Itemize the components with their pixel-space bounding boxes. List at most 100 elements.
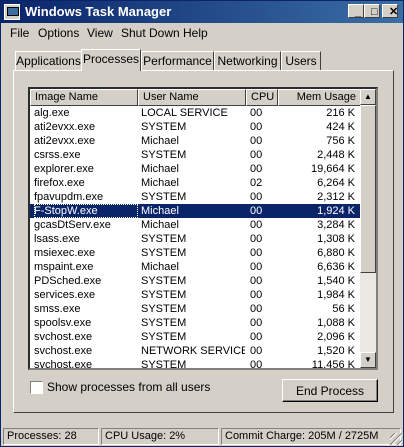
- table-row[interactable]: explorer.exe Michael 00 19,664 K: [30, 162, 361, 176]
- column-header-mem-usage[interactable]: Mem Usage: [278, 89, 361, 106]
- cell-user-name: Michael: [141, 177, 179, 189]
- table-row[interactable]: F-StopW.exe Michael 00 1,924 K: [30, 204, 361, 218]
- table-row[interactable]: ati2evxx.exe Michael 00 756 K: [30, 134, 361, 148]
- cell-mem-usage: 1,520 K: [317, 345, 355, 357]
- scroll-down-arrow-icon[interactable]: ▼: [360, 352, 376, 368]
- vertical-scrollbar[interactable]: ▲ ▼: [360, 89, 376, 368]
- cell-mem-usage: 19,664 K: [310, 163, 355, 175]
- table-row[interactable]: mspaint.exe Michael 00 6,636 K: [30, 260, 361, 274]
- cell-mem-usage: 424 K: [326, 121, 355, 133]
- scroll-up-arrow-icon[interactable]: ▲: [360, 89, 376, 105]
- show-all-users-checkbox[interactable]: [30, 381, 43, 394]
- column-header-user-name[interactable]: User Name: [138, 89, 246, 106]
- cell-cpu: 00: [250, 261, 263, 273]
- scrollbar-thumb[interactable]: [360, 105, 376, 273]
- column-header-image-name[interactable]: Image Name: [30, 89, 138, 106]
- table-row[interactable]: smss.exe SYSTEM 00 56 K: [30, 302, 361, 316]
- table-row[interactable]: ati2evxx.exe SYSTEM 00 424 K: [30, 120, 361, 134]
- table-row[interactable]: csrss.exe SYSTEM 00 2,448 K: [30, 148, 361, 162]
- cell-image-name: gcasDtServ.exe: [34, 219, 111, 231]
- cell-user-name: Michael: [141, 219, 179, 231]
- cell-cpu: 00: [250, 331, 263, 343]
- table-row[interactable]: services.exe SYSTEM 00 1,984 K: [30, 288, 361, 302]
- cell-image-name: PDSched.exe: [34, 275, 102, 287]
- task-manager-icon: [4, 4, 20, 20]
- cell-mem-usage: 756 K: [326, 135, 355, 147]
- table-row[interactable]: gcasDtServ.exe Michael 00 3,284 K: [30, 218, 361, 232]
- maximize-button[interactable]: □: [364, 4, 380, 18]
- tab-networking[interactable]: Networking: [214, 51, 281, 70]
- menu-file[interactable]: File: [10, 26, 29, 40]
- cell-image-name: svchost.exe: [34, 331, 93, 343]
- cell-mem-usage: 3,284 K: [317, 219, 355, 231]
- cell-image-name: lsass.exe: [34, 233, 80, 245]
- cell-user-name: SYSTEM: [141, 275, 187, 287]
- cell-mem-usage: 6,880 K: [317, 247, 355, 259]
- cell-cpu: 02: [250, 177, 263, 189]
- cell-cpu: 00: [250, 275, 263, 287]
- close-button[interactable]: ✕: [382, 4, 398, 18]
- process-list[interactable]: Image Name User Name CPU Mem Usage alg.e…: [28, 87, 378, 370]
- cell-cpu: 00: [250, 191, 263, 203]
- cell-image-name: F-StopW.exe: [34, 204, 138, 218]
- cell-user-name: SYSTEM: [141, 317, 187, 329]
- cell-user-name: SYSTEM: [141, 331, 187, 343]
- cell-image-name: ati2evxx.exe: [34, 135, 96, 147]
- resize-grip-icon[interactable]: [390, 433, 402, 445]
- title-bar[interactable]: Windows Task Manager _ □ ✕: [1, 1, 403, 23]
- cell-mem-usage: 2,096 K: [317, 331, 355, 343]
- cell-image-name: csrss.exe: [34, 149, 81, 161]
- table-row[interactable]: svchost.exe NETWORK SERVICE 00 1,520 K: [30, 344, 361, 358]
- show-all-users-label[interactable]: Show processes from all users: [47, 380, 210, 395]
- cell-image-name: ati2evxx.exe: [34, 121, 96, 133]
- tab-applications[interactable]: Applications: [15, 51, 82, 70]
- menu-help[interactable]: Help: [183, 26, 208, 40]
- table-row[interactable]: svchost.exe SYSTEM 00 11,456 K: [30, 358, 361, 370]
- table-row[interactable]: fpavupdm.exe SYSTEM 00 2,312 K: [30, 190, 361, 204]
- cell-mem-usage: 1,088 K: [317, 317, 355, 329]
- cell-cpu: 00: [250, 233, 263, 245]
- cell-user-name: SYSTEM: [141, 247, 187, 259]
- cell-mem-usage: 2,448 K: [317, 149, 355, 161]
- cell-mem-usage: 2,312 K: [317, 191, 355, 203]
- cell-user-name: Michael: [141, 205, 179, 217]
- table-row[interactable]: PDSched.exe SYSTEM 00 1,540 K: [30, 274, 361, 288]
- status-cpu-usage: CPU Usage: 2%: [101, 428, 219, 445]
- table-row[interactable]: msiexec.exe SYSTEM 00 6,880 K: [30, 246, 361, 260]
- cell-cpu: 00: [250, 345, 263, 357]
- table-row[interactable]: firefox.exe Michael 02 6,264 K: [30, 176, 361, 190]
- cell-cpu: 00: [250, 135, 263, 147]
- table-row[interactable]: svchost.exe SYSTEM 00 2,096 K: [30, 330, 361, 344]
- menu-view[interactable]: View: [87, 26, 113, 40]
- minimize-button[interactable]: _: [348, 4, 364, 18]
- cell-mem-usage: 1,924 K: [317, 205, 355, 217]
- cell-user-name: NETWORK SERVICE: [141, 345, 245, 357]
- cell-user-name: SYSTEM: [141, 233, 187, 245]
- process-list-header: Image Name User Name CPU Mem Usage: [30, 89, 361, 106]
- table-row[interactable]: alg.exe LOCAL SERVICE 00 216 K: [30, 106, 361, 120]
- cell-image-name: msiexec.exe: [34, 247, 96, 259]
- menu-shut-down[interactable]: Shut Down: [121, 26, 180, 40]
- tab-processes[interactable]: Processes: [81, 49, 141, 71]
- end-process-button[interactable]: End Process: [282, 379, 378, 402]
- cell-image-name: fpavupdm.exe: [34, 191, 104, 203]
- cell-image-name: smss.exe: [34, 303, 81, 315]
- window-title: Windows Task Manager: [25, 4, 172, 19]
- cell-image-name: svchost.exe: [34, 359, 93, 370]
- task-manager-window: Windows Task Manager _ □ ✕ File Options …: [0, 0, 404, 447]
- cell-mem-usage: 1,984 K: [317, 289, 355, 301]
- menu-options[interactable]: Options: [38, 26, 79, 40]
- tab-performance[interactable]: Performance: [141, 51, 214, 70]
- cell-image-name: firefox.exe: [34, 177, 85, 189]
- column-header-cpu[interactable]: CPU: [246, 89, 278, 106]
- cell-image-name: spoolsv.exe: [34, 317, 92, 329]
- tab-users[interactable]: Users: [281, 51, 321, 70]
- cell-image-name: mspaint.exe: [34, 261, 94, 273]
- cell-image-name: svchost.exe: [34, 345, 93, 357]
- cell-user-name: Michael: [141, 135, 179, 147]
- cell-cpu: 00: [250, 149, 263, 161]
- table-row[interactable]: lsass.exe SYSTEM 00 1,308 K: [30, 232, 361, 246]
- cell-cpu: 00: [250, 163, 263, 175]
- tab-strip: Applications Processes Performance Netwo…: [13, 49, 393, 71]
- table-row[interactable]: spoolsv.exe SYSTEM 00 1,088 K: [30, 316, 361, 330]
